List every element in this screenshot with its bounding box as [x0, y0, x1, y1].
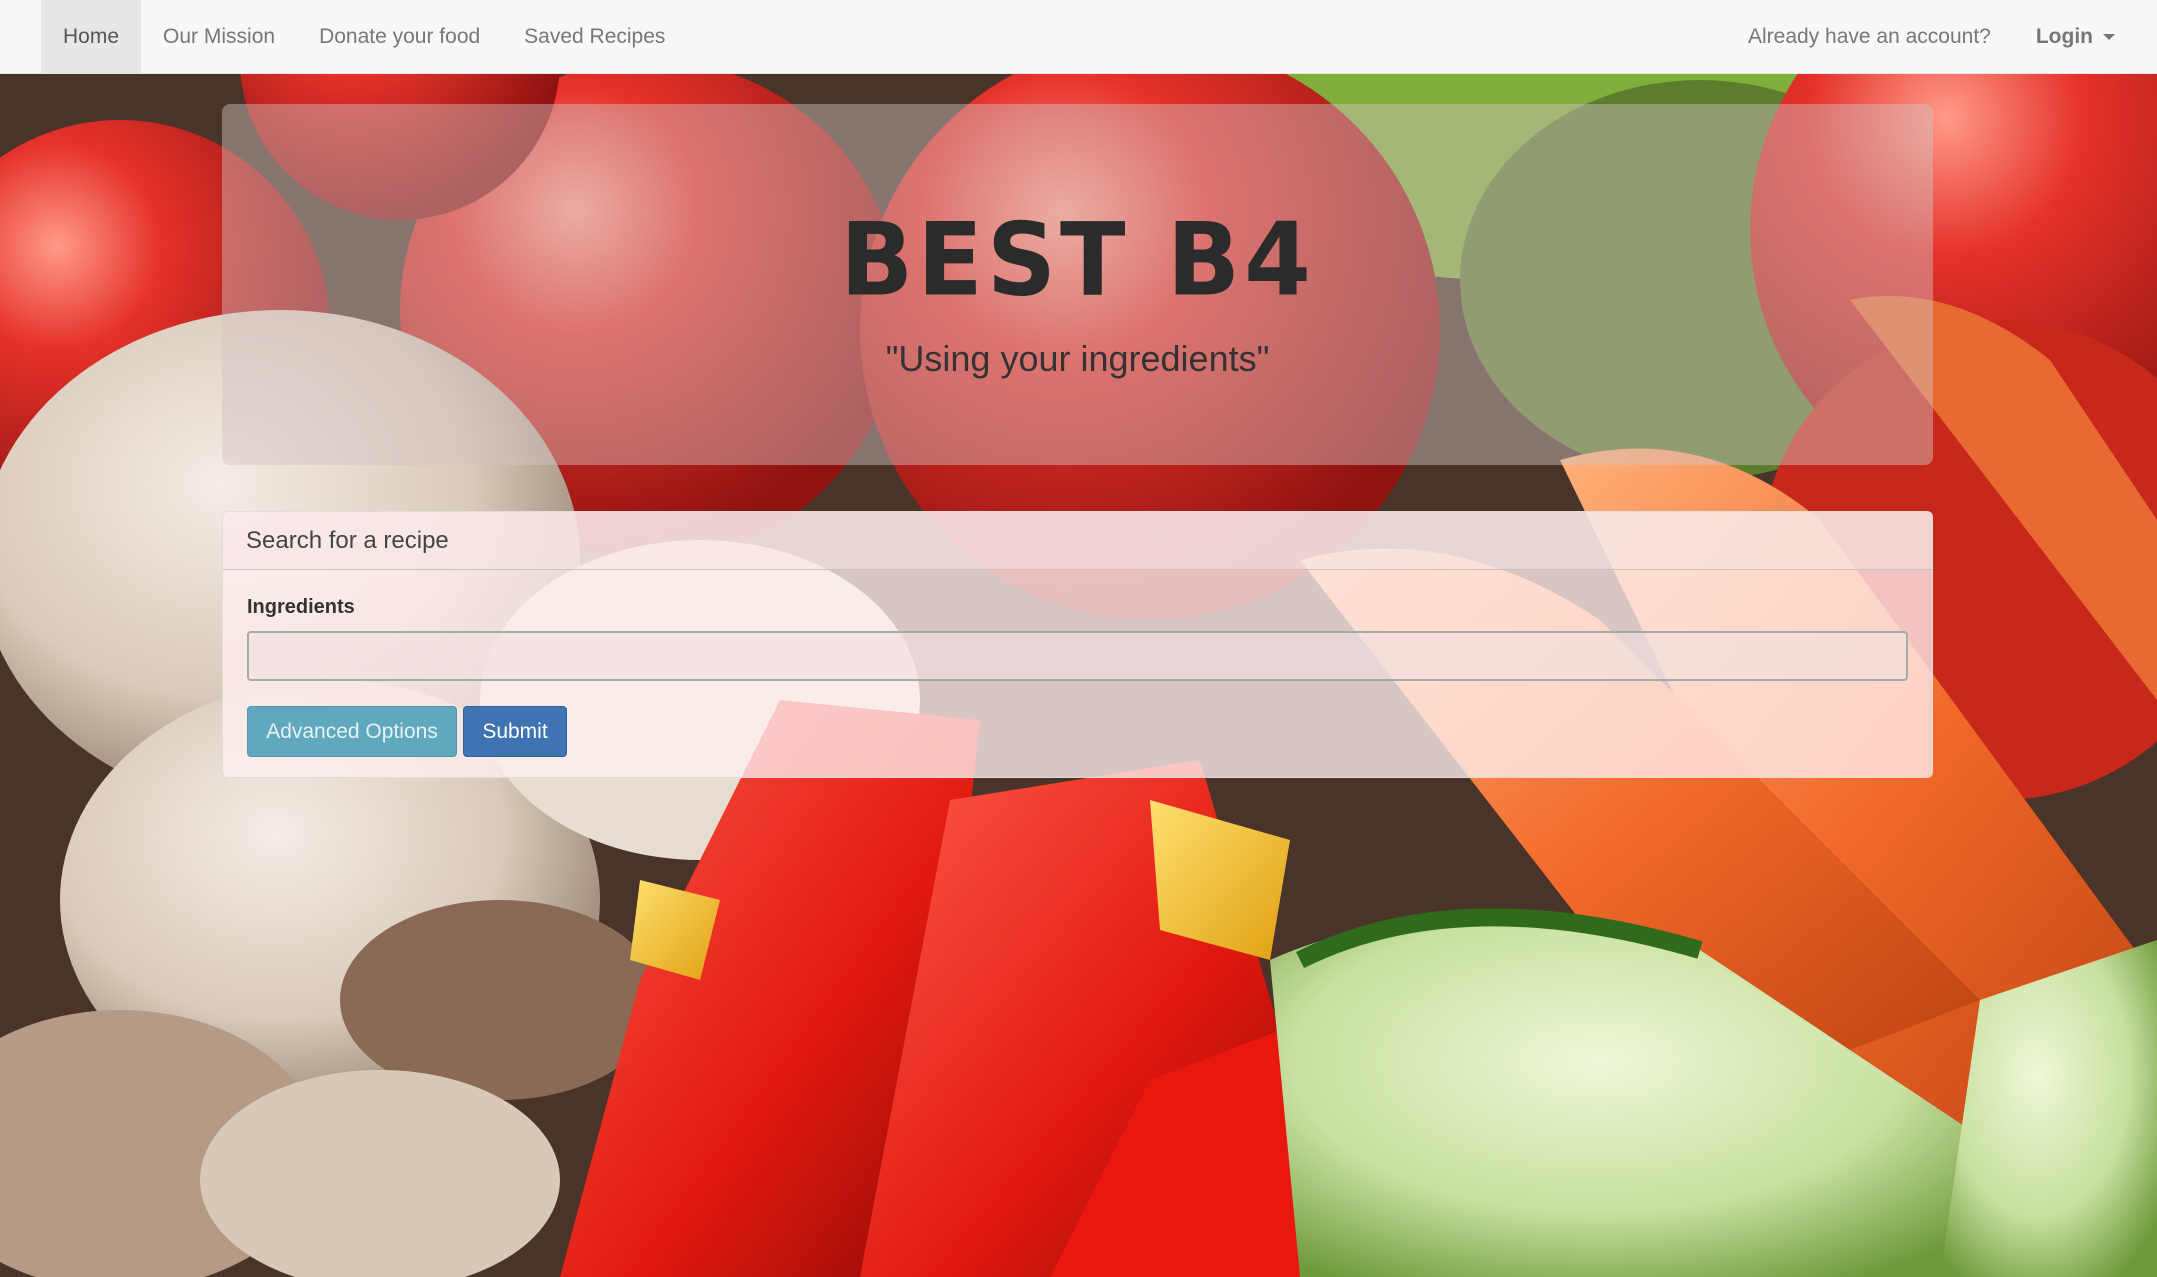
nav-item-our-mission[interactable]: Our Mission: [141, 0, 297, 73]
ingredients-label: Ingredients: [247, 596, 355, 618]
nav-menu: Home Our Mission Donate your food Saved …: [41, 0, 687, 73]
top-navbar: Home Our Mission Donate your food Saved …: [0, 0, 2157, 74]
caret-down-icon: [2103, 33, 2115, 40]
login-dropdown-toggle[interactable]: Login: [2036, 25, 2115, 49]
nav-item-saved-recipes[interactable]: Saved Recipes: [502, 0, 687, 73]
tagline: "Using your ingredients": [885, 338, 1270, 379]
nav-item-home[interactable]: Home: [41, 0, 142, 73]
recipe-search-panel: Search for a recipe Ingredients Advanced…: [222, 511, 1933, 778]
hero-banner: BEST B4 "Using your ingredients": [222, 104, 1933, 465]
nav-account-area: Already have an account? Login: [1748, 0, 2115, 73]
brand-title: BEST B4: [840, 201, 1315, 319]
account-prompt: Already have an account?: [1748, 24, 1991, 48]
panel-heading: Search for a recipe: [223, 512, 1932, 570]
advanced-options-button[interactable]: Advanced Options: [247, 706, 457, 757]
nav-item-donate-your-food[interactable]: Donate your food: [297, 0, 502, 73]
login-label: Login: [2035, 24, 2093, 48]
ingredients-input[interactable]: [247, 631, 1908, 681]
submit-button[interactable]: Submit: [463, 706, 567, 757]
